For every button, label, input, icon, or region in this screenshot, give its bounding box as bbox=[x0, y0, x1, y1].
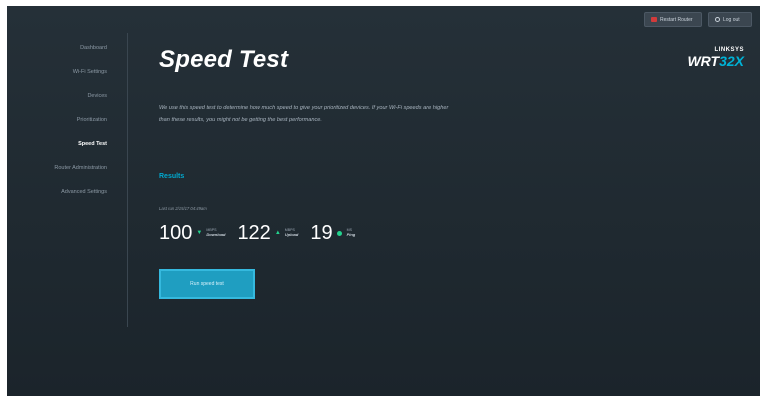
sidebar-divider bbox=[127, 33, 128, 327]
run-speed-test-button[interactable]: Run speed test bbox=[159, 269, 255, 299]
download-value: 100 bbox=[159, 222, 193, 244]
download-units: MBPS Download bbox=[206, 228, 225, 237]
ping-metric: 19 MS Ping bbox=[310, 223, 355, 243]
sidebar-item-advanced-settings[interactable]: Advanced Settings bbox=[61, 186, 113, 210]
brand-model: WRT32X bbox=[687, 54, 744, 68]
top-actions: Restart Router Log out bbox=[644, 12, 752, 27]
upload-metric: 122 ▲ MBPS Upload bbox=[237, 223, 298, 243]
upload-units: MBPS Upload bbox=[285, 228, 299, 237]
app-window: Restart Router Log out Dashboard Wi-Fi S… bbox=[7, 6, 760, 396]
restart-icon bbox=[651, 17, 657, 22]
ping-label: Ping bbox=[346, 231, 356, 237]
ping-value: 19 bbox=[310, 222, 333, 244]
results-heading: Results bbox=[159, 173, 185, 180]
logout-label: Log out bbox=[723, 16, 740, 23]
restart-router-button[interactable]: Restart Router bbox=[644, 12, 702, 27]
upload-label: Upload bbox=[284, 231, 299, 237]
last-run-timestamp: Last run 2/15/17 04:49am bbox=[159, 206, 207, 211]
sidebar-item-devices[interactable]: Devices bbox=[87, 90, 113, 114]
sidebar-item-speed-test[interactable]: Speed Test bbox=[78, 138, 113, 162]
download-metric: 100 ▼ MBPS Download bbox=[159, 223, 225, 243]
arrow-up-icon: ▲ bbox=[274, 230, 281, 236]
arrow-down-icon: ▼ bbox=[196, 230, 203, 236]
page-title: Speed Test bbox=[159, 46, 289, 73]
download-label: Download bbox=[206, 231, 226, 237]
brand-logo: LINKSYS WRT32X bbox=[687, 47, 744, 68]
ping-units: MS Ping bbox=[347, 228, 356, 237]
sidebar-item-prioritization[interactable]: Prioritization bbox=[77, 114, 113, 138]
restart-router-label: Restart Router bbox=[660, 16, 693, 23]
ping-dot-icon bbox=[336, 230, 342, 236]
sidebar-item-dashboard[interactable]: Dashboard bbox=[80, 42, 113, 66]
speed-results: 100 ▼ MBPS Download 122 ▲ MBPS Upload 19… bbox=[159, 223, 367, 243]
page-description: We use this speed test to determine how … bbox=[159, 105, 449, 123]
brand-model-accent: 32X bbox=[719, 53, 744, 69]
sidebar-item-router-administration[interactable]: Router Administration bbox=[54, 162, 113, 186]
sidebar: Dashboard Wi-Fi Settings Devices Priorit… bbox=[7, 42, 113, 210]
logout-button[interactable]: Log out bbox=[708, 12, 752, 27]
upload-value: 122 bbox=[237, 222, 271, 244]
sidebar-item-wifi-settings[interactable]: Wi-Fi Settings bbox=[73, 66, 113, 90]
brand-model-prefix: WRT bbox=[687, 53, 720, 69]
power-icon bbox=[715, 17, 720, 22]
